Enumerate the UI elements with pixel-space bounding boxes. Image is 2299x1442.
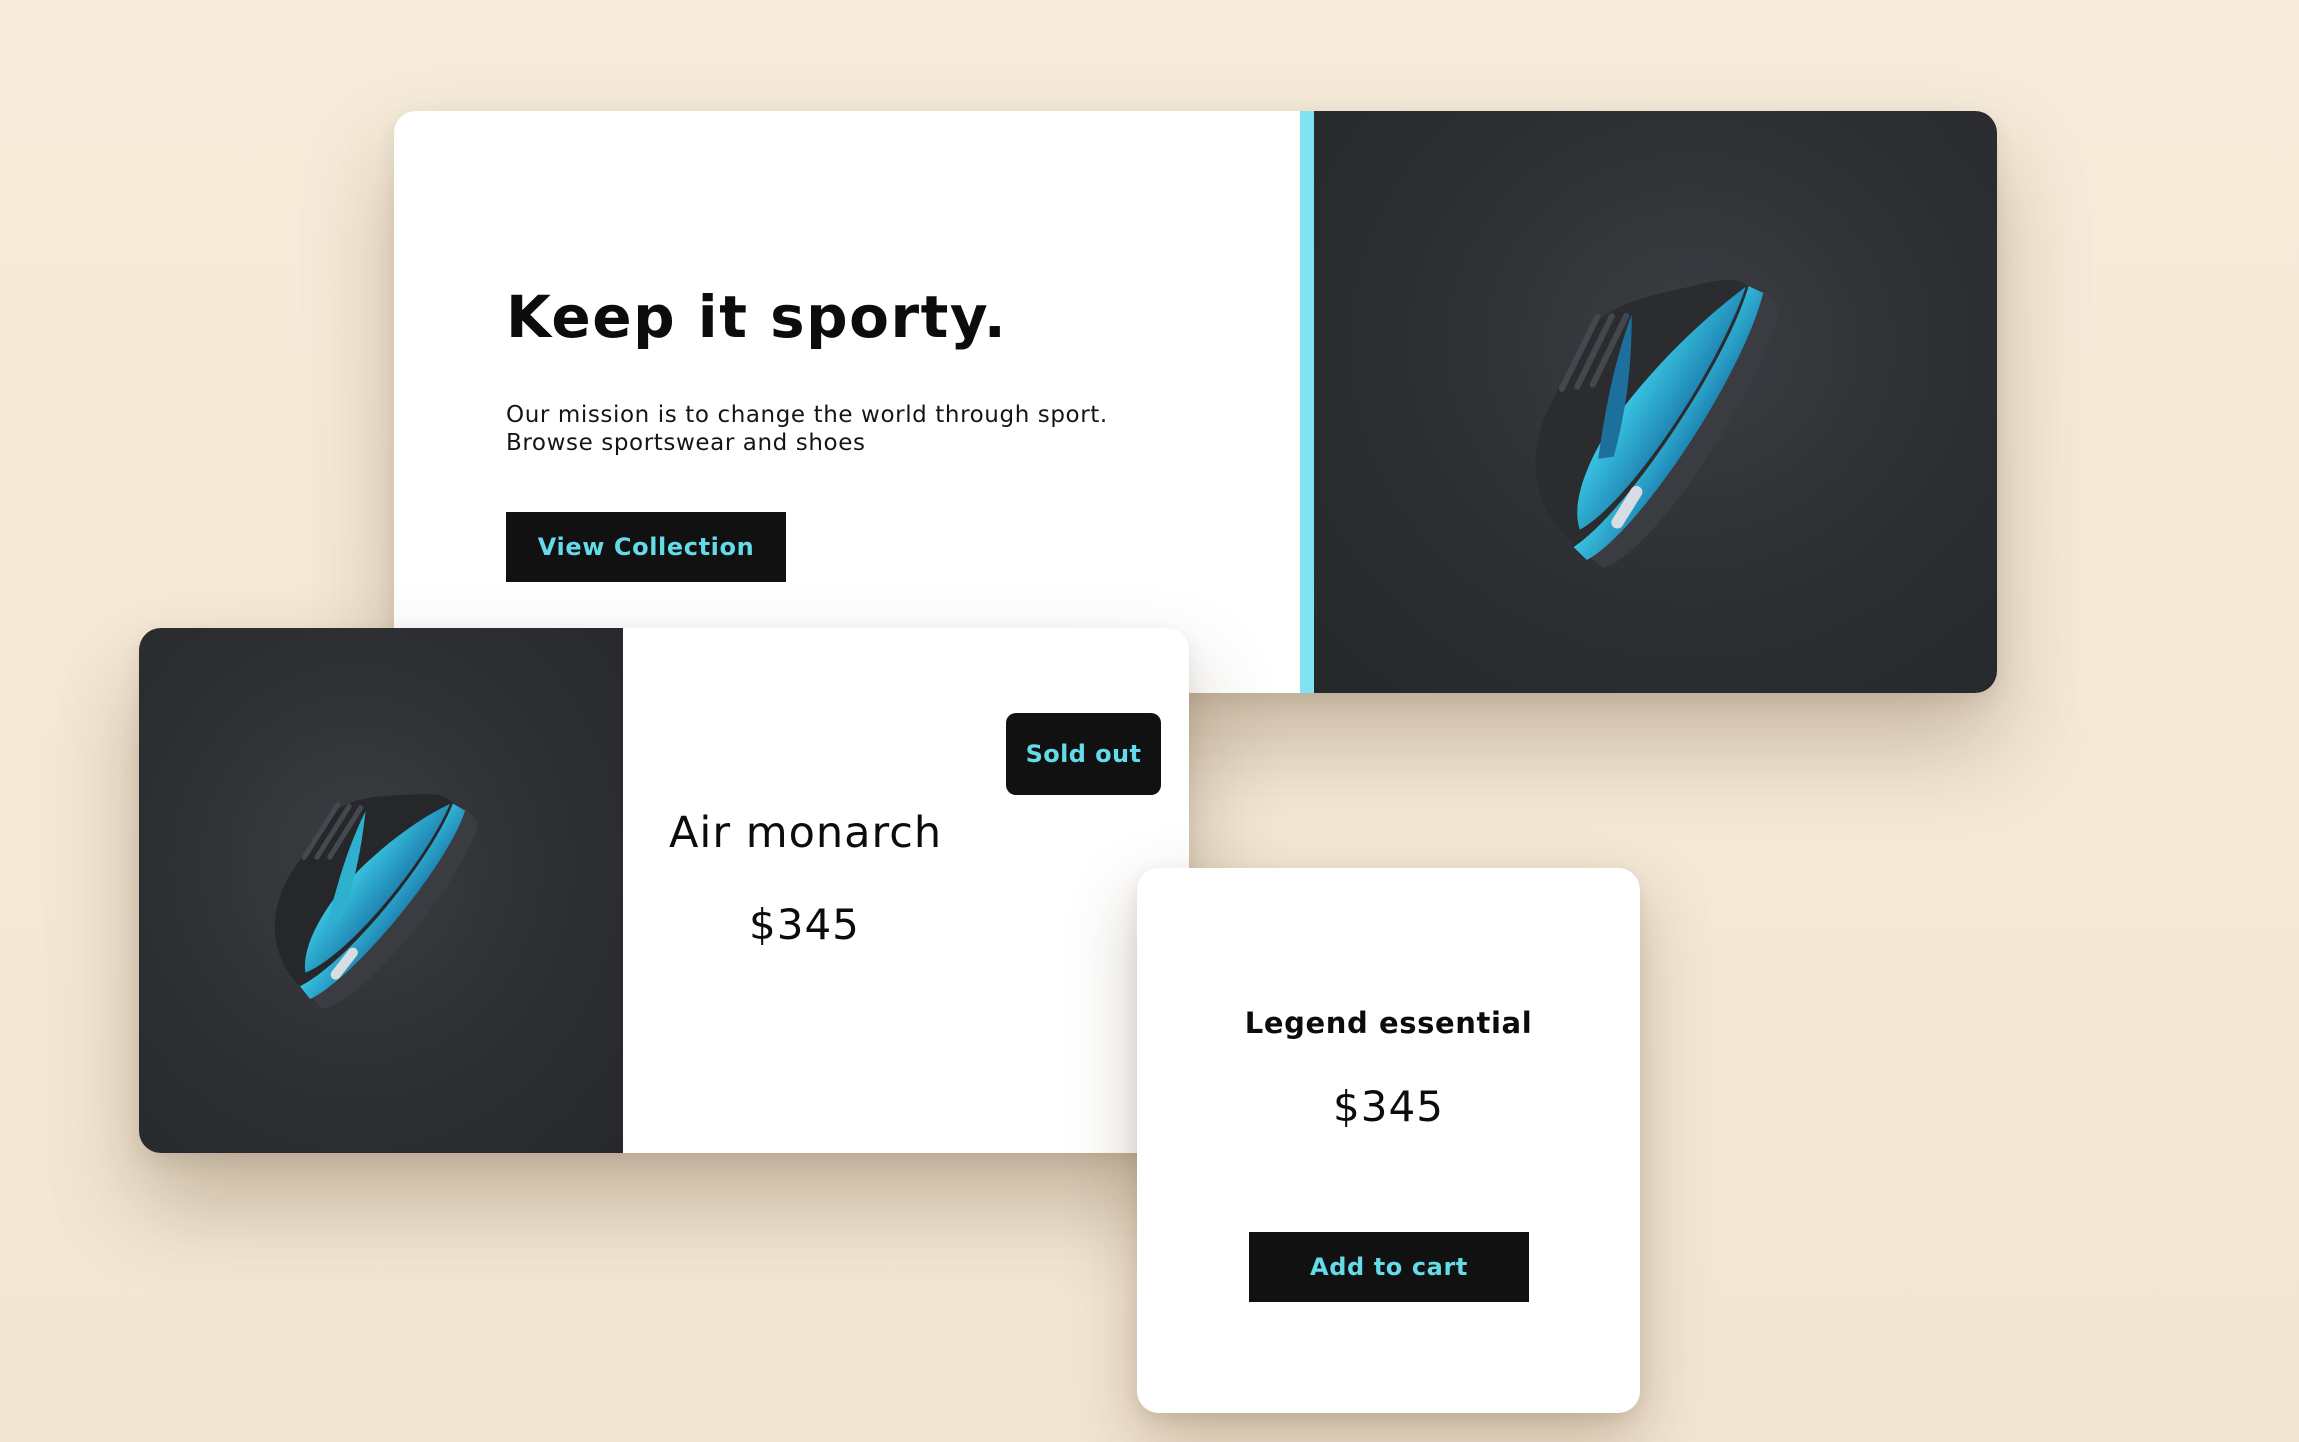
hero-content: Keep it sporty. Our mission is to change… bbox=[506, 111, 1226, 693]
hero-image bbox=[1314, 111, 1997, 693]
product-price: $345 bbox=[749, 900, 860, 949]
view-collection-button[interactable]: View Collection bbox=[506, 512, 786, 582]
product-card: Sold out Air monarch $345 bbox=[139, 628, 1189, 1153]
sneaker-image-icon bbox=[1535, 279, 1781, 568]
hero-card: Keep it sporty. Our mission is to change… bbox=[394, 111, 1997, 693]
legend-product-name: Legend essential bbox=[1244, 1006, 1533, 1040]
product-image bbox=[139, 628, 623, 1153]
hero-title: Keep it sporty. bbox=[506, 283, 1008, 351]
add-to-cart-button[interactable]: Add to cart bbox=[1249, 1232, 1529, 1302]
sneaker-image-icon bbox=[274, 794, 479, 1010]
legend-card: Legend essential $345 Add to cart bbox=[1137, 868, 1640, 1413]
legend-product-price: $345 bbox=[1333, 1082, 1444, 1131]
hero-description: Our mission is to change the world throu… bbox=[506, 402, 1108, 456]
product-name: Air monarch bbox=[669, 808, 943, 858]
accent-stripe bbox=[1300, 111, 1314, 693]
sold-out-badge: Sold out bbox=[1006, 713, 1161, 795]
